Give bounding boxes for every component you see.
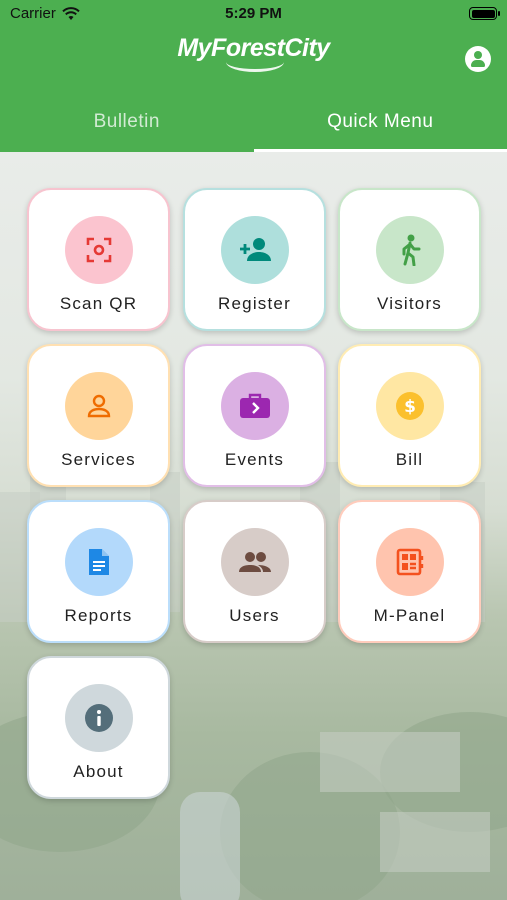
dollar-icon: $ — [376, 372, 444, 440]
person-outline-icon — [65, 372, 133, 440]
walking-person-icon — [376, 216, 444, 284]
svg-text:$: $ — [404, 397, 416, 417]
tab-quick-menu[interactable]: Quick Menu — [253, 100, 507, 152]
status-time: 5:29 PM — [225, 5, 282, 22]
menu-tile-register[interactable]: Register — [183, 188, 326, 331]
menu-tile-label: M-Panel — [373, 606, 446, 625]
panel-icon — [376, 528, 444, 596]
menu-tile-label: Bill — [395, 450, 424, 469]
app-logo: MyForestCity — [0, 34, 507, 72]
menu-tile-reports[interactable]: Reports — [27, 500, 170, 643]
menu-tile-users[interactable]: Users — [183, 500, 326, 643]
menu-tile-bill[interactable]: $ Bill — [338, 344, 481, 487]
info-icon — [65, 684, 133, 752]
tab-bulletin[interactable]: Bulletin — [0, 100, 254, 152]
menu-tile-label: Events — [224, 450, 285, 469]
tab-bar: Bulletin Quick Menu — [0, 100, 507, 152]
logo-swoosh — [225, 52, 284, 72]
status-bar: Carrier 5:29 PM — [0, 0, 507, 28]
menu-tile-about[interactable]: About — [27, 656, 170, 799]
menu-tile-label: Scan QR — [59, 294, 138, 313]
menu-tile-scan-qr[interactable]: Scan QR — [27, 188, 170, 331]
menu-tile-visitors[interactable]: Visitors — [338, 188, 481, 331]
menu-tile-m-panel[interactable]: M-Panel — [338, 500, 481, 643]
menu-tile-label: Visitors — [376, 294, 443, 313]
qr-scan-icon — [65, 216, 133, 284]
briefcase-icon — [221, 372, 289, 440]
battery-icon — [469, 7, 500, 20]
profile-icon[interactable] — [465, 46, 491, 72]
menu-tile-events[interactable]: Events — [183, 344, 326, 487]
menu-tile-label: About — [73, 762, 124, 781]
menu-tile-label: Services — [61, 450, 136, 469]
app-header: Carrier 5:29 PM MyForestCity Bulletin Qu… — [0, 0, 507, 152]
document-icon — [65, 528, 133, 596]
menu-tile-label: Register — [218, 294, 291, 313]
add-person-icon — [221, 216, 289, 284]
people-icon — [221, 528, 289, 596]
menu-tile-label: Users — [229, 606, 280, 625]
menu-tile-label: Reports — [64, 606, 133, 625]
menu-tile-services[interactable]: Services — [27, 344, 170, 487]
